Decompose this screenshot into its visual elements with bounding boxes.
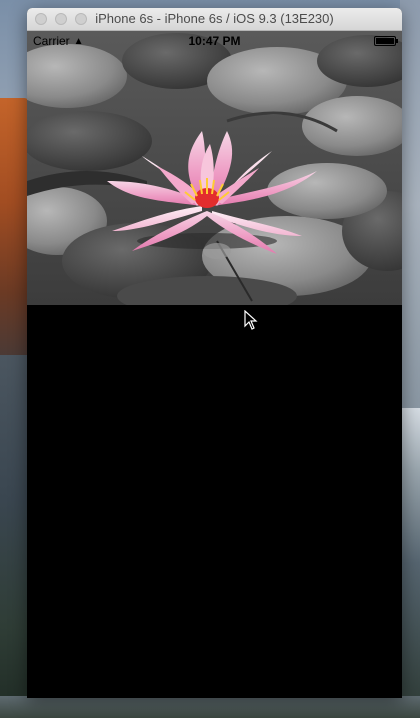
window-controls xyxy=(35,13,87,25)
wallpaper-rock xyxy=(0,355,30,718)
wallpaper-ground xyxy=(0,696,420,718)
minimize-window-button[interactable] xyxy=(55,13,67,25)
simulator-window: iPhone 6s - iPhone 6s / iOS 9.3 (13E230) xyxy=(27,8,402,698)
close-window-button[interactable] xyxy=(35,13,47,25)
lotus-photo: Carrier ▲ 10:47 PM xyxy=(27,31,402,305)
device-screen[interactable]: Carrier ▲ 10:47 PM xyxy=(27,31,402,698)
window-titlebar[interactable]: iPhone 6s - iPhone 6s / iOS 9.3 (13E230) xyxy=(27,8,402,31)
wallpaper-mountain xyxy=(400,408,420,718)
zoom-window-button[interactable] xyxy=(75,13,87,25)
wallpaper-cliff xyxy=(0,98,30,358)
battery-icon xyxy=(374,36,398,46)
wallpaper-sky xyxy=(400,0,420,410)
mouse-pointer-icon xyxy=(244,310,258,330)
status-time: 10:47 PM xyxy=(188,34,241,48)
ios-status-bar: Carrier ▲ 10:47 PM xyxy=(27,31,402,51)
lily-pads-image xyxy=(27,31,402,305)
